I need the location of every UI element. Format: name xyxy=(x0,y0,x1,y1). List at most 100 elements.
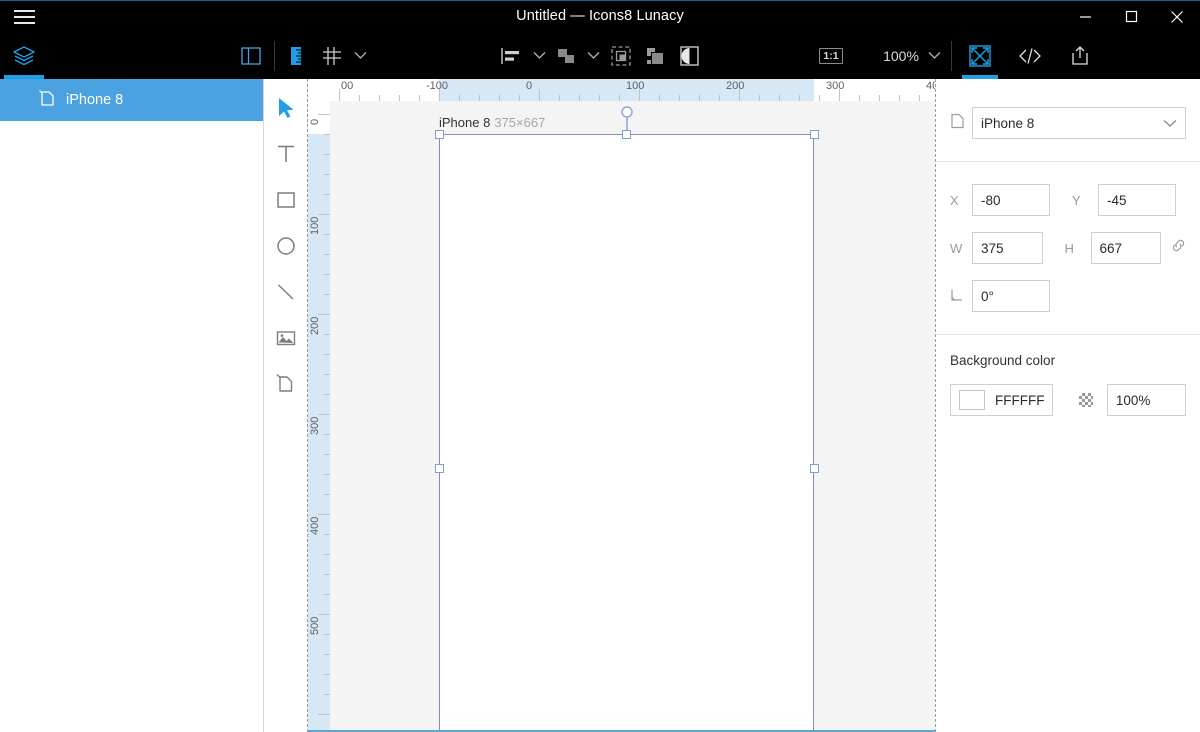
maximize-button[interactable] xyxy=(1108,1,1154,32)
inspector-panel: iPhone 8 X -80 Y -45 W xyxy=(935,79,1200,732)
chevron-down-icon xyxy=(354,51,367,60)
minimize-button[interactable] xyxy=(1062,1,1108,32)
ruler-button[interactable] xyxy=(281,32,315,79)
background-hex-value: FFFFFF xyxy=(995,393,1044,408)
window-title: Untitled — Icons8 Lunacy xyxy=(0,1,1200,32)
resize-handle-top-left[interactable] xyxy=(435,130,444,139)
opacity-input[interactable]: 100% xyxy=(1107,384,1186,416)
hamburger-menu-icon[interactable] xyxy=(0,1,48,32)
background-color-section: Background color FFFFFF 100% xyxy=(936,335,1200,416)
code-panel-button[interactable] xyxy=(1008,32,1052,79)
grid-button[interactable] xyxy=(315,32,349,79)
artboard-tool[interactable] xyxy=(269,369,303,399)
toolbar-divider-right xyxy=(951,41,952,71)
zoom-level-label: 100% xyxy=(883,48,919,64)
align-left-icon xyxy=(500,47,524,65)
text-icon xyxy=(275,143,297,165)
ruler-corner xyxy=(308,79,330,101)
panel-left-icon xyxy=(241,47,261,65)
export-button[interactable] xyxy=(1058,32,1102,79)
rectangle-icon xyxy=(275,189,297,211)
zoom-level-caret[interactable] xyxy=(923,32,945,79)
ruler-h-label-6: 40 xyxy=(926,80,935,92)
x-input[interactable]: -80 xyxy=(972,184,1050,216)
resize-handle-middle-left[interactable] xyxy=(435,464,444,473)
chevron-down-icon xyxy=(1163,116,1177,131)
line-tool[interactable] xyxy=(269,277,303,307)
w-label: W xyxy=(950,241,972,256)
align-button[interactable] xyxy=(496,32,528,79)
text-tool[interactable] xyxy=(269,139,303,169)
cursor-icon xyxy=(276,97,296,119)
opacity-value: 100% xyxy=(1116,393,1151,408)
rotation-pin-icon[interactable] xyxy=(620,106,634,132)
align-options-caret[interactable] xyxy=(528,32,550,79)
artboard-preset-icon xyxy=(950,113,965,134)
grid-options-caret[interactable] xyxy=(349,32,371,79)
toggle-sidebar-button[interactable] xyxy=(234,32,268,79)
ruler-v-label-2: 200 xyxy=(309,317,321,335)
ellipse-icon xyxy=(275,235,297,257)
y-label: Y xyxy=(1072,193,1098,208)
rotation-icon xyxy=(950,288,972,305)
ruler-h-label-0: 00 xyxy=(341,80,353,92)
artboard-preset-section: iPhone 8 xyxy=(936,79,1200,161)
h-input[interactable]: 667 xyxy=(1091,232,1162,264)
zoom-actual-size-button[interactable]: 1:1 xyxy=(813,32,849,79)
w-value: 375 xyxy=(981,241,1004,256)
sidebar-item-label: iPhone 8 xyxy=(66,92,123,108)
artboard-icon xyxy=(275,373,297,395)
chevron-down-icon xyxy=(587,51,600,60)
y-input[interactable]: -45 xyxy=(1098,184,1176,216)
transform-panel-button[interactable] xyxy=(958,32,1002,79)
chevron-down-icon xyxy=(533,51,546,60)
mask-icon xyxy=(644,45,666,67)
ruler-h-label-2: 0 xyxy=(526,80,532,92)
mask-button[interactable] xyxy=(638,32,672,79)
distribute-options-caret[interactable] xyxy=(582,32,604,79)
resize-handle-top-right[interactable] xyxy=(810,130,819,139)
title-bar: Untitled — Icons8 Lunacy xyxy=(0,0,1200,32)
w-input[interactable]: 375 xyxy=(972,232,1043,264)
grid-icon xyxy=(321,45,343,67)
resize-handle-middle-right[interactable] xyxy=(810,464,819,473)
image-tool[interactable] xyxy=(269,323,303,353)
artboard-name: iPhone 8 xyxy=(439,115,490,130)
background-color-input[interactable]: FFFFFF xyxy=(950,384,1053,416)
link-icon[interactable] xyxy=(1171,238,1186,258)
rotation-input[interactable]: 0° xyxy=(972,280,1050,312)
ruler-v-label-0: 0 xyxy=(309,119,321,125)
rectangle-tool[interactable] xyxy=(269,185,303,215)
group-icon xyxy=(610,45,632,67)
artboard-label[interactable]: iPhone 8375×667 xyxy=(439,115,545,130)
line-icon xyxy=(275,281,297,303)
distribute-button[interactable] xyxy=(550,32,582,79)
close-button[interactable] xyxy=(1154,1,1200,32)
canvas-area[interactable]: iPhone 8375×667 xyxy=(307,79,935,732)
export-icon xyxy=(1068,44,1092,68)
layers-sidebar: iPhone 8 xyxy=(0,79,264,732)
ruler-h-label-3: 100 xyxy=(626,80,644,92)
zoom-level-button[interactable]: 100% xyxy=(879,32,923,79)
image-icon xyxy=(275,327,297,349)
vertical-ruler[interactable]: 0 100 200 300 400 500 xyxy=(308,101,330,732)
group-button[interactable] xyxy=(604,32,638,79)
zoom-ratio-label: 1:1 xyxy=(819,48,842,64)
toolbar-divider xyxy=(274,41,275,71)
transform-icon xyxy=(968,44,992,68)
layers-panel-tab[interactable] xyxy=(0,32,48,79)
artboard-iphone-8[interactable] xyxy=(439,134,814,732)
background-color-swatch[interactable] xyxy=(959,390,985,410)
tools-panel xyxy=(264,79,307,732)
chevron-down-icon xyxy=(928,51,941,60)
horizontal-ruler[interactable]: 00 -100 0 100 200 300 40 xyxy=(308,79,935,101)
ruler-h-label-5: 300 xyxy=(826,80,844,92)
ellipse-tool[interactable] xyxy=(269,231,303,261)
ruler-icon xyxy=(288,46,308,66)
y-value: -45 xyxy=(1107,193,1127,208)
select-tool[interactable] xyxy=(269,93,303,123)
artboard-icon xyxy=(38,89,56,111)
artboard-preset-select[interactable]: iPhone 8 xyxy=(972,107,1186,139)
boolean-button[interactable] xyxy=(672,32,706,79)
sidebar-item-iphone-8[interactable]: iPhone 8 xyxy=(0,79,263,121)
